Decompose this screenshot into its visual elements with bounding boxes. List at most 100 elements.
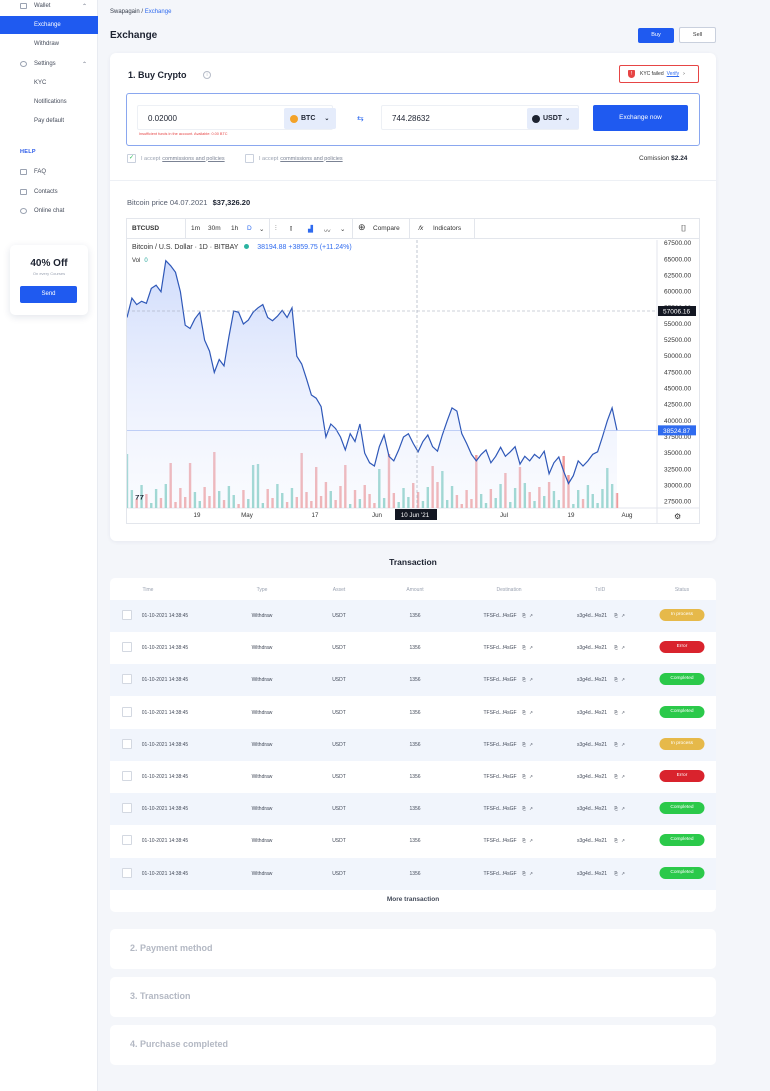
copy-icon[interactable]: ⎘	[614, 645, 618, 650]
row-checkbox[interactable]	[122, 835, 132, 846]
copy-icon[interactable]: ⎘	[522, 710, 526, 715]
copy-icon[interactable]: ⎘	[522, 645, 526, 650]
column-header-status[interactable]: Status	[675, 587, 689, 593]
fx-icon[interactable]: 𝑓x	[418, 225, 423, 233]
policies-link[interactable]: commissions and policies	[162, 156, 224, 162]
breadcrumb-root[interactable]: Swapagain	[110, 9, 140, 15]
external-link-icon[interactable]: ↗	[529, 806, 533, 812]
column-header-txid[interactable]: TxID	[595, 587, 606, 593]
interval-30m[interactable]: 30m	[208, 225, 221, 232]
kyc-verify-link[interactable]: Verify	[667, 71, 680, 77]
accept-policies-checkbox-1[interactable]: ✓ I accept commissions and policies	[127, 154, 227, 163]
row-checkbox[interactable]	[122, 771, 132, 781]
chevron-down-icon[interactable]: ⌄	[259, 225, 264, 233]
copy-icon[interactable]: ⎘	[614, 871, 618, 876]
external-link-icon[interactable]: ↗	[621, 806, 625, 812]
checkbox-unchecked[interactable]	[245, 154, 254, 163]
sidebar-item-contacts[interactable]: Contacts	[0, 183, 98, 201]
from-amount-field[interactable]: 0.02000 BTC ⌄	[137, 105, 336, 130]
column-header-type[interactable]: Type	[257, 587, 268, 593]
buy-button[interactable]: Buy	[638, 28, 674, 43]
indicators-button[interactable]: Indicators	[433, 225, 461, 232]
external-link-icon[interactable]: ↗	[529, 710, 533, 716]
external-link-icon[interactable]: ↗	[621, 710, 625, 716]
external-link-icon[interactable]: ↗	[621, 838, 625, 844]
table-row[interactable]: 01-10-2021 14:38:45 Withdraw USDT 1356 TFSFd…	[110, 728, 716, 761]
chevron-down-icon[interactable]: ⌄	[340, 225, 345, 233]
external-link-icon[interactable]: ↗	[529, 645, 533, 651]
to-currency-select[interactable]: USDT ⌄	[527, 108, 579, 129]
copy-icon[interactable]: ⎘	[614, 677, 618, 682]
row-checkbox[interactable]	[122, 738, 132, 749]
copy-icon[interactable]: ⎘	[614, 838, 618, 843]
external-link-icon[interactable]: ↗	[529, 742, 533, 748]
row-checkbox[interactable]	[122, 867, 132, 878]
sidebar-item-pay-default[interactable]: Pay default	[0, 112, 98, 130]
row-checkbox[interactable]	[122, 674, 132, 685]
step-payment-method[interactable]: 2. Payment method	[110, 929, 716, 969]
external-link-icon[interactable]: ↗	[621, 613, 625, 619]
copy-icon[interactable]: ⎘	[614, 806, 618, 811]
camera-icon[interactable]: ⌷	[681, 223, 686, 234]
sidebar-item-wallet[interactable]: Wallet ⌃	[0, 0, 98, 15]
policies-link[interactable]: commissions and policies	[280, 156, 342, 162]
table-row[interactable]: 01-10-2021 14:38:45 Withdraw USDT 1356 TFSFd…	[110, 697, 716, 729]
column-header-time[interactable]: Time	[143, 587, 154, 593]
external-link-icon[interactable]: ↗	[529, 613, 533, 619]
copy-icon[interactable]: ⎘	[522, 774, 526, 779]
step-transaction[interactable]: 3. Transaction	[110, 977, 716, 1017]
table-row[interactable]: 01-10-2021 14:38:45 Withdraw USDT 1356 TFSFd…	[110, 793, 716, 826]
row-checkbox[interactable]	[122, 706, 132, 717]
external-link-icon[interactable]: ↗	[621, 645, 625, 651]
candles-icon[interactable]: ⫾	[290, 225, 292, 233]
plus-circle-icon[interactable]: ⊕	[358, 222, 366, 233]
copy-icon[interactable]: ⎘	[522, 871, 526, 876]
accept-policies-checkbox-2[interactable]: I accept commissions and policies	[245, 154, 345, 163]
sidebar-item-settings[interactable]: Settings ⌃	[0, 55, 98, 73]
copy-icon[interactable]: ⎘	[614, 774, 618, 779]
exchange-now-button[interactable]: Exchange now	[593, 105, 688, 131]
sidebar-item-notifications[interactable]: Notifications	[0, 93, 98, 111]
copy-icon[interactable]: ⎘	[614, 710, 618, 715]
external-link-icon[interactable]: ↗	[529, 871, 533, 877]
copy-icon[interactable]: ⎘	[614, 742, 618, 747]
promo-send-button[interactable]: Send	[20, 286, 77, 303]
table-row[interactable]: 01-10-2021 14:38:45 Withdraw USDT 1356 TFSFd…	[110, 761, 716, 793]
external-link-icon[interactable]: ↗	[529, 677, 533, 683]
checkbox-checked[interactable]: ✓	[127, 154, 136, 163]
more-transactions-link[interactable]: More transaction	[110, 896, 716, 903]
sidebar-item-exchange[interactable]: Exchange	[0, 16, 98, 34]
sidebar-item-kyc[interactable]: KYC	[0, 74, 98, 92]
sidebar-item-faq[interactable]: FAQ	[0, 163, 98, 181]
column-header-asset[interactable]: Asset	[333, 587, 346, 593]
copy-icon[interactable]: ⎘	[522, 806, 526, 811]
sell-button[interactable]: Sell	[679, 27, 716, 43]
external-link-icon[interactable]: ↗	[621, 742, 625, 748]
copy-icon[interactable]: ⎘	[522, 677, 526, 682]
step-purchase-completed[interactable]: 4. Purchase completed	[110, 1025, 716, 1065]
compare-button[interactable]: Compare	[373, 225, 400, 232]
interval-d[interactable]: D	[247, 225, 252, 232]
area-chart-icon[interactable]: ▟	[308, 225, 313, 233]
table-row[interactable]: 01-10-2021 14:38:45 Withdraw USDT 1356 TFSFd…	[110, 632, 716, 664]
table-row[interactable]: 01-10-2021 14:38:45 Withdraw USDT 1356 TFSFd…	[110, 664, 716, 697]
copy-icon[interactable]: ⎘	[522, 742, 526, 747]
external-link-icon[interactable]: ↗	[529, 838, 533, 844]
sidebar-item-online-chat[interactable]: Online chat	[0, 202, 98, 220]
line-chart-icon[interactable]: 〰	[324, 225, 331, 235]
external-link-icon[interactable]: ↗	[621, 677, 625, 683]
to-amount-field[interactable]: 744.28632 USDT ⌄	[381, 105, 579, 130]
interval-1m[interactable]: 1m	[191, 225, 200, 232]
row-checkbox[interactable]	[122, 803, 132, 814]
column-header-destination[interactable]: Destination	[496, 587, 521, 593]
price-chart[interactable]: BTCUSD 1m 30m 1h D ⌄ ⫶ ⫾ ▟ 〰 ⌄ ⊕ Compare…	[126, 218, 700, 524]
table-row[interactable]: 01-10-2021 14:38:45 Withdraw USDT 1356 TFSFd…	[110, 600, 716, 632]
symbol-selector[interactable]: BTCUSD	[132, 225, 159, 232]
swap-icon[interactable]: ⇆	[357, 114, 364, 123]
copy-icon[interactable]: ⎘	[522, 838, 526, 843]
external-link-icon[interactable]: ↗	[621, 871, 625, 877]
table-row[interactable]: 01-10-2021 14:38:45 Withdraw USDT 1356 TFSFd…	[110, 857, 716, 890]
external-link-icon[interactable]: ↗	[529, 774, 533, 780]
bar-type-icon[interactable]: ⫶	[275, 225, 277, 233]
row-checkbox[interactable]	[122, 610, 132, 620]
